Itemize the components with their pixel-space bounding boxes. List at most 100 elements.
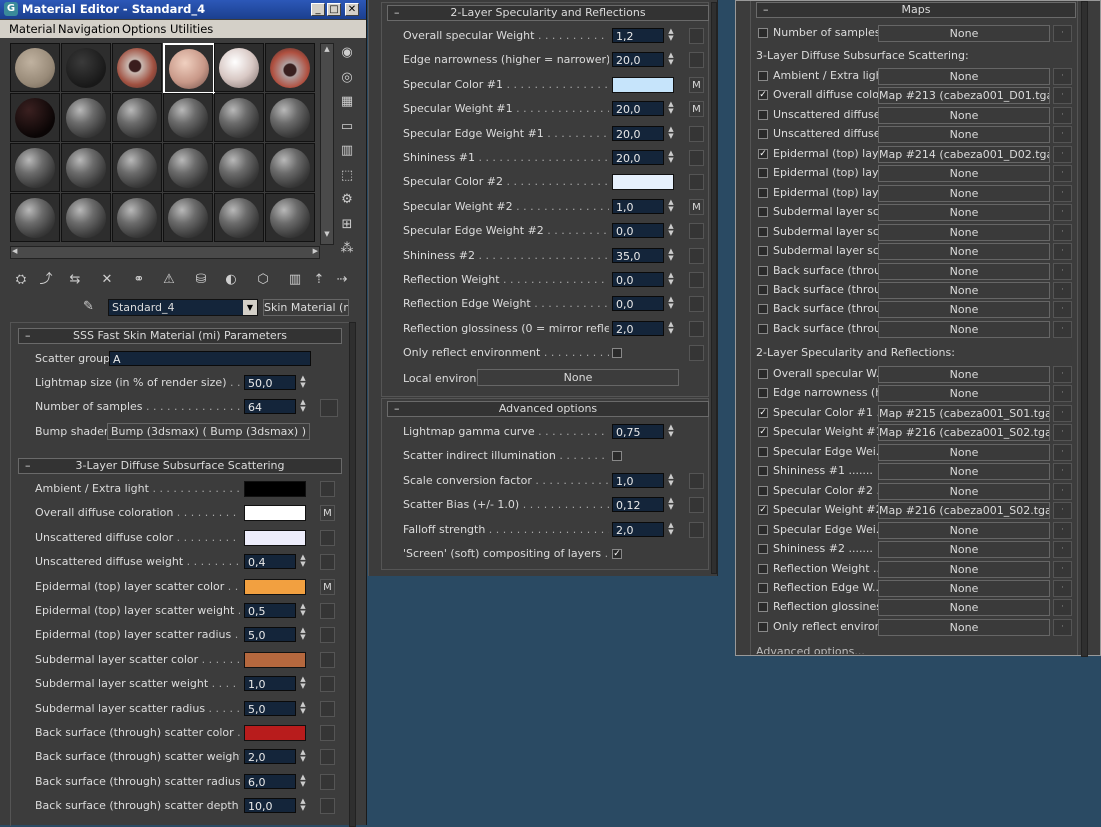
show-end-result-icon[interactable]: ▥ — [286, 271, 304, 289]
assign-to-selection-icon[interactable]: ⇆ — [66, 271, 84, 289]
spinner-arrows-icon[interactable]: ▲ ▼ — [666, 521, 676, 537]
map-enable-checkbox[interactable] — [758, 304, 768, 315]
get-material-icon[interactable]: ⛭ — [12, 271, 30, 289]
value-field[interactable]: 20,0 — [612, 150, 664, 165]
map-slot-button[interactable]: Map #213 (cabeza001_D01.tga) — [878, 87, 1050, 105]
map-enable-checkbox[interactable] — [758, 621, 768, 632]
map-slot-button[interactable]: None — [878, 262, 1050, 280]
map-options-button[interactable]: · — [1053, 424, 1072, 442]
select-by-material-icon[interactable]: ⊞ — [338, 216, 356, 234]
map-options-button[interactable]: · — [1053, 404, 1072, 422]
maps-rollout-header[interactable]: – Maps — [756, 2, 1076, 18]
map-enable-checkbox[interactable] — [758, 187, 768, 198]
pick-material-icon[interactable]: ✎ — [83, 299, 94, 314]
value-field[interactable]: 10,0 — [244, 798, 296, 814]
map-options-button[interactable]: · — [1053, 579, 1072, 597]
spinner-arrows-icon[interactable]: ▲ ▼ — [298, 700, 308, 716]
map-slot-button[interactable]: None — [878, 223, 1050, 241]
map-enable-checkbox[interactable] — [758, 485, 768, 496]
map-slot-button[interactable]: None — [878, 521, 1050, 539]
map-slot-button[interactable]: None — [878, 243, 1050, 261]
spinner-arrows-icon[interactable]: ▲ ▼ — [298, 603, 308, 618]
map-enable-checkbox[interactable]: ✓ — [758, 90, 768, 101]
map-enable-checkbox[interactable] — [758, 323, 768, 334]
value-field[interactable]: 20,0 — [612, 101, 664, 117]
map-enable-checkbox[interactable] — [758, 602, 768, 613]
spinner-arrows-icon[interactable]: ▲ ▼ — [666, 247, 676, 263]
specular-panel-scrollbar[interactable] — [711, 2, 717, 574]
spinner-arrows-icon[interactable]: ▲ ▼ — [666, 472, 676, 488]
close-button[interactable]: ✕ — [345, 3, 359, 16]
material-slot[interactable] — [163, 43, 215, 94]
material-slot[interactable] — [265, 143, 315, 192]
value-field[interactable]: 20,0 — [612, 125, 664, 141]
map-button[interactable] — [689, 472, 704, 489]
material-slot[interactable] — [61, 193, 111, 242]
scroll-down-icon[interactable]: ▼ — [322, 230, 332, 240]
map-slot-button[interactable]: None — [878, 541, 1050, 559]
value-field[interactable]: 2,0 — [244, 749, 296, 765]
scatter-group-field[interactable]: A — [109, 351, 311, 366]
map-slot-button[interactable]: None — [878, 618, 1050, 636]
material-slot[interactable] — [163, 193, 213, 242]
map-button[interactable]: M — [689, 101, 704, 118]
material-slot[interactable] — [163, 93, 213, 142]
map-options-button[interactable]: · — [1053, 184, 1072, 202]
map-options-button[interactable]: · — [1053, 463, 1072, 481]
number-of-samples-field[interactable]: 64 — [244, 399, 296, 414]
material-slot[interactable] — [10, 143, 60, 192]
spinner-arrows-icon[interactable]: ▲ ▼ — [666, 101, 676, 116]
map-options-button[interactable]: · — [1053, 541, 1072, 559]
map-enable-checkbox[interactable]: ✓ — [758, 148, 768, 159]
map-button[interactable] — [689, 320, 704, 337]
value-field[interactable]: 5,0 — [244, 700, 296, 716]
map-options-button[interactable]: · — [1053, 204, 1072, 222]
value-field[interactable]: 0,0 — [612, 272, 664, 287]
map-button[interactable] — [689, 28, 704, 44]
material-slot[interactable] — [265, 43, 315, 92]
color-swatch[interactable] — [244, 505, 306, 522]
slots-vertical-scrollbar[interactable]: ▲ ▼ — [320, 43, 334, 245]
map-button[interactable] — [320, 749, 335, 766]
map-button[interactable] — [320, 603, 335, 619]
menu-options[interactable]: Options — [122, 22, 166, 36]
map-options-button[interactable]: · — [1053, 223, 1072, 241]
material-slot[interactable] — [265, 93, 315, 142]
spinner-arrows-icon[interactable]: ▲ ▼ — [666, 198, 676, 214]
map-button[interactable] — [320, 798, 335, 815]
map-slot-button[interactable]: Map #216 (cabeza001_S02.tga) — [878, 424, 1050, 442]
spinner-arrows-icon[interactable]: ▲ ▼ — [298, 798, 308, 813]
map-slot-button[interactable]: None — [878, 204, 1050, 222]
material-type-button[interactable]: Skin Material (mi) — [263, 299, 349, 316]
spinner-arrows-icon[interactable]: ▲ ▼ — [666, 320, 676, 336]
make-unique-icon[interactable]: ⚠ — [160, 271, 178, 289]
value-field[interactable]: 0,75 — [612, 424, 664, 439]
value-field[interactable]: 1,2 — [612, 28, 664, 43]
value-field[interactable]: 6,0 — [244, 773, 296, 789]
show-map-in-viewport-icon[interactable]: ⬡ — [254, 271, 272, 289]
map-button[interactable]: M — [689, 76, 704, 93]
map-enable-checkbox[interactable] — [758, 563, 768, 574]
map-options-button[interactable]: · — [1053, 243, 1072, 261]
map-options-button[interactable]: · — [1053, 482, 1072, 500]
local-environment-button[interactable]: None — [477, 369, 679, 386]
spinner-arrows-icon[interactable]: ▲ ▼ — [666, 28, 676, 43]
map-options-button[interactable]: · — [1053, 281, 1072, 299]
value-field[interactable]: 0,5 — [244, 603, 296, 618]
map-options-button[interactable]: · — [1053, 502, 1072, 520]
maps-scrollbar[interactable] — [1081, 1, 1088, 657]
map-options-button[interactable]: · — [1053, 145, 1072, 163]
spinner-arrows-icon[interactable]: ▲ ▼ — [666, 272, 676, 287]
spinner-arrows-icon[interactable]: ▲ ▼ — [666, 125, 676, 141]
map-button[interactable] — [689, 345, 704, 362]
map-options-button[interactable]: · — [1053, 301, 1072, 319]
map-enable-checkbox[interactable] — [758, 265, 768, 276]
menu-navigation[interactable]: Navigation — [58, 22, 120, 36]
material-slot[interactable] — [214, 143, 264, 192]
map-button[interactable] — [689, 52, 704, 69]
make-copy-icon[interactable]: ⚭ — [130, 271, 148, 289]
go-forward-icon[interactable]: ⇢ — [333, 271, 351, 289]
map-enable-checkbox[interactable] — [758, 28, 768, 38]
map-button[interactable] — [320, 700, 335, 717]
map-button[interactable] — [320, 725, 335, 741]
